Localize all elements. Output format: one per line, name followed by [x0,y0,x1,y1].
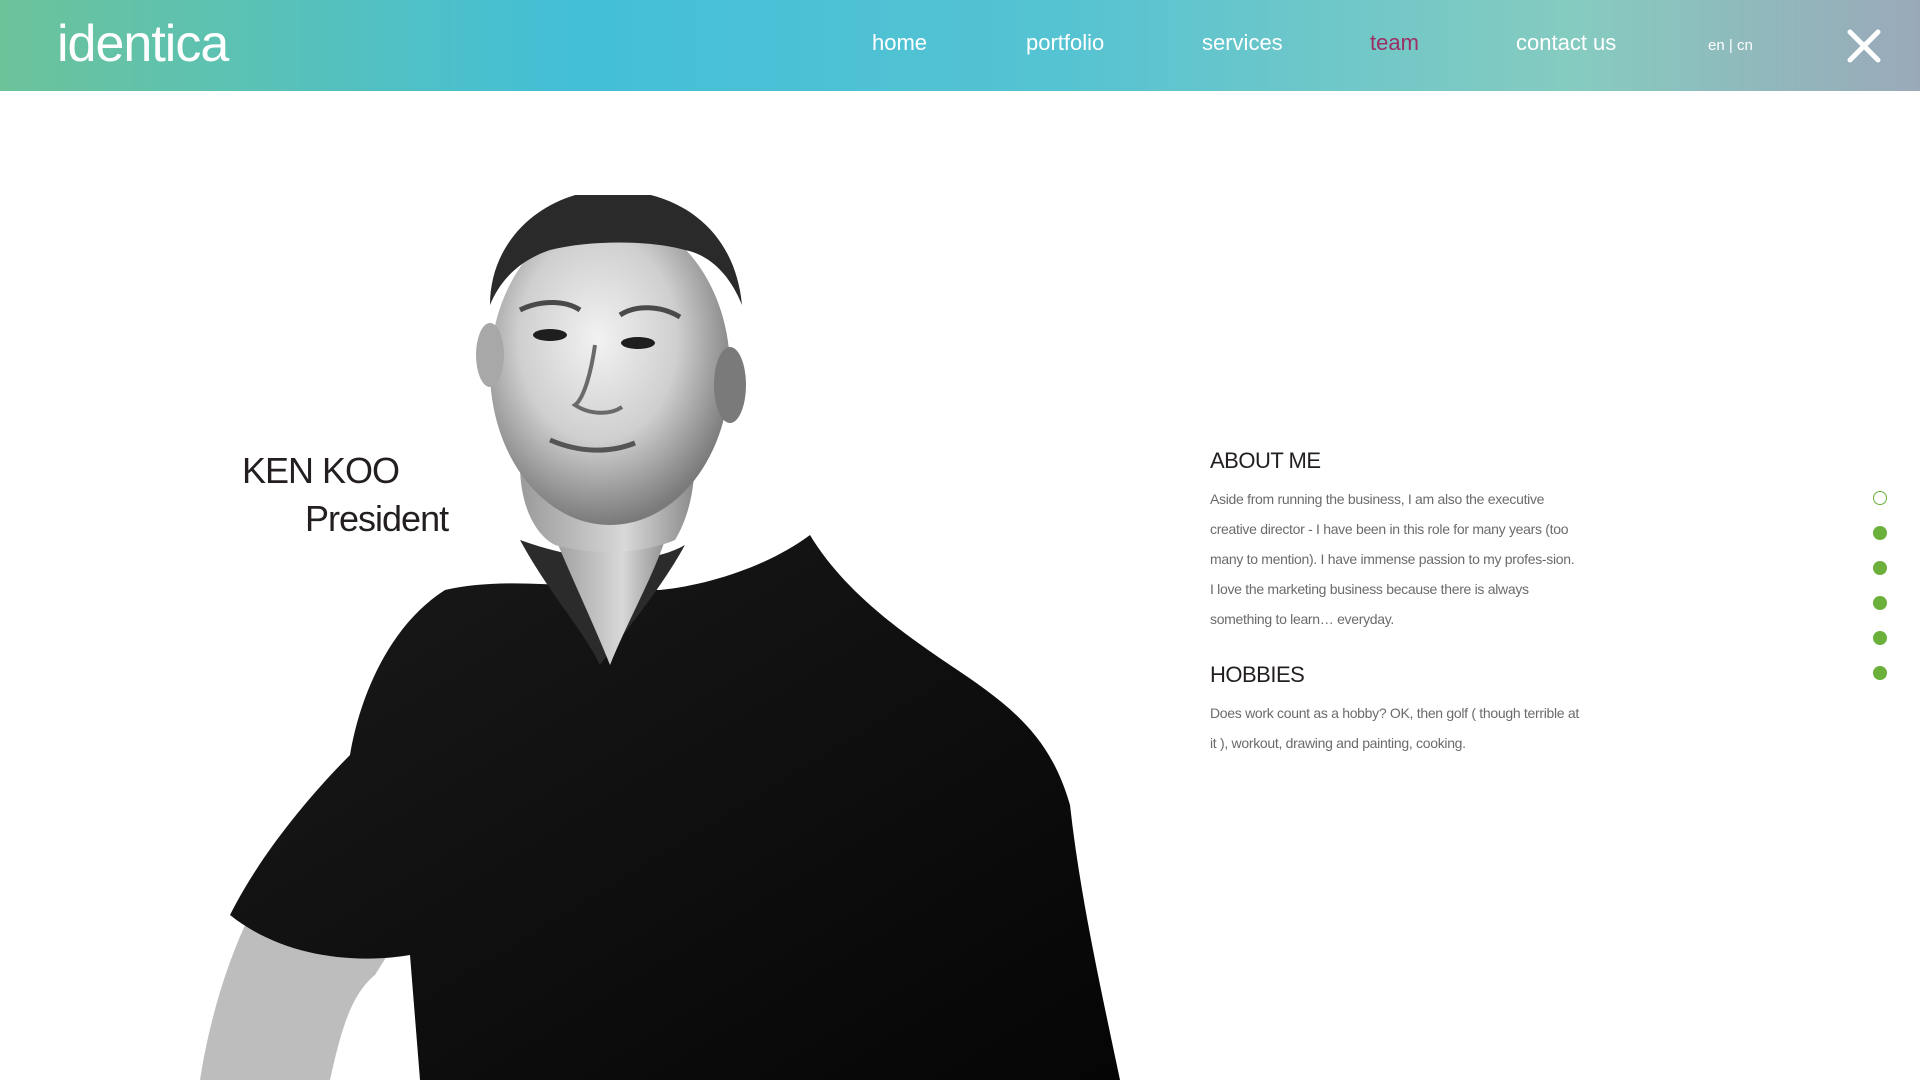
pagination-dot[interactable] [1873,561,1887,575]
profile-photo [200,195,1120,1080]
nav-contact-us[interactable]: contact us [1516,30,1616,56]
pagination-dot[interactable] [1873,666,1887,680]
nav-home[interactable]: home [872,30,927,56]
site-logo[interactable]: identica [57,14,229,74]
language-switcher: en | cn [1708,37,1753,54]
lang-cn[interactable]: cn [1737,37,1753,54]
hobbies-section: HOBBIES Does work count as a hobby? OK, … [1210,662,1580,758]
lang-separator: | [1728,37,1733,54]
pagination-dot[interactable] [1873,491,1887,505]
hobbies-title: HOBBIES [1210,662,1305,687]
nav-portfolio[interactable]: portfolio [1026,30,1104,56]
top-header: identica home portfolio services team co… [0,0,1920,91]
close-icon[interactable] [1845,28,1883,64]
pagination-dot[interactable] [1873,526,1887,540]
pagination-dot[interactable] [1873,596,1887,610]
profile-details: ABOUT ME Aside from running the business… [1210,448,1580,758]
hobbies-text: Does work count as a hobby? OK, then gol… [1210,705,1579,751]
nav-team[interactable]: team [1370,30,1419,56]
lang-en[interactable]: en [1708,37,1725,54]
profile-role: President [305,498,449,539]
profile-name: KEN KOO [242,450,400,491]
about-text: Aside from running the business, I am al… [1210,491,1575,627]
nav-services[interactable]: services [1202,30,1283,56]
about-title: ABOUT ME [1210,448,1321,473]
pagination-dot[interactable] [1873,631,1887,645]
